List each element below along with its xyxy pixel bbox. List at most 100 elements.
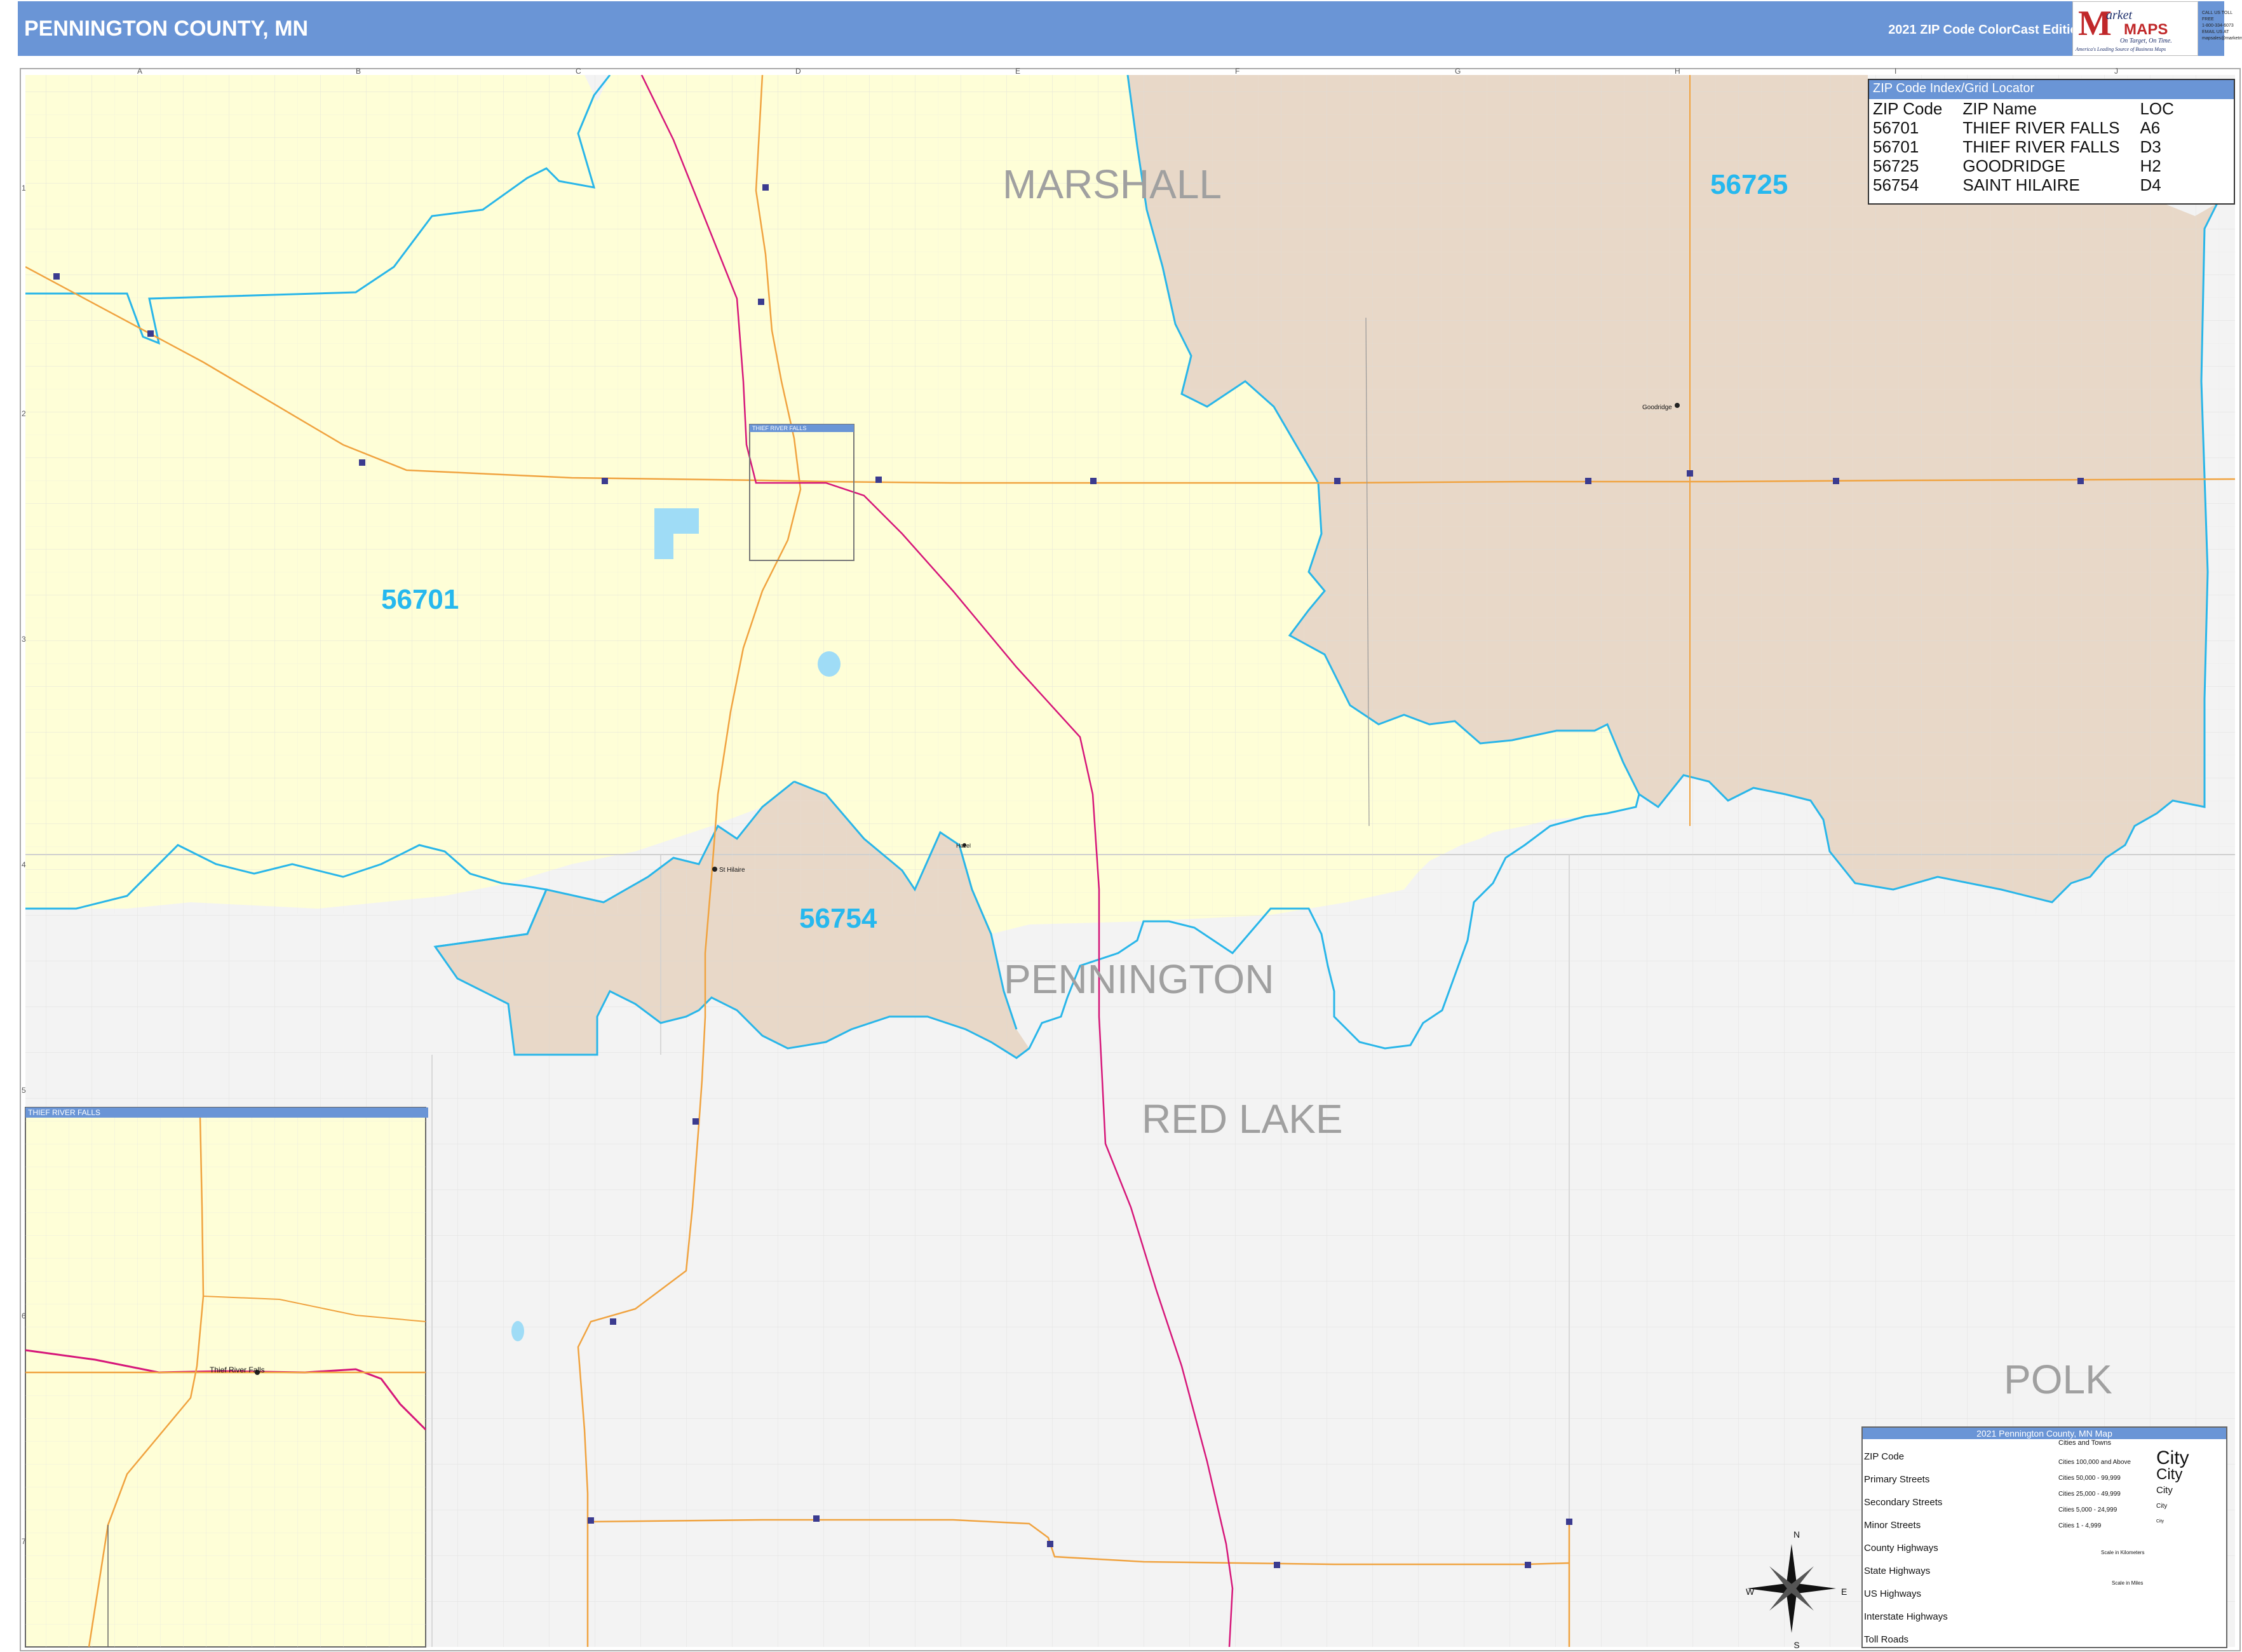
highway-shield [1833, 478, 1839, 484]
legend-cities-header: Cities and Towns [2058, 1439, 2111, 1447]
zip-index-header-row: ZIP Code ZIP Name LOC [1870, 99, 2177, 118]
highway-shield [1274, 1562, 1280, 1568]
county-map[interactable]: MARSHALL PENNINGTON RED LAKE POLK 56701 … [0, 0, 2242, 1652]
zip-index-zip: 56701 [1873, 137, 1919, 156]
trf-locator-title: THIEF RIVER FALLS [750, 424, 854, 432]
highway-shield [692, 1118, 699, 1125]
legend-scale-mi: Scale in Miles [2112, 1580, 2144, 1586]
legend-item: ZIP Code [1864, 1451, 1905, 1462]
legend-city-samples: City City City City City [2156, 1449, 2189, 1529]
inset-map-trf[interactable] [25, 1107, 427, 1648]
zip-index-loc: D4 [2140, 175, 2161, 194]
grid-row-1: 1 [22, 184, 26, 193]
lake [818, 651, 841, 677]
legend-scale-km: Scale in Kilometers [2101, 1550, 2145, 1555]
legend-city-ranges: Cities 100,000 and Above Cities 50,000 -… [2058, 1454, 2131, 1534]
legend-title: 2021 Pennington County, MN Map [1863, 1428, 2226, 1439]
highway-shield [875, 477, 882, 483]
legend-item: Toll Roads [1864, 1634, 1909, 1645]
zip-index-name: SAINT HILAIRE [1962, 175, 2080, 194]
zip-index-zip: 56701 [1873, 118, 1919, 137]
highway-shield [1525, 1562, 1531, 1568]
legend-item: US Highways [1864, 1588, 1922, 1599]
highway-shield [762, 184, 769, 191]
legend-item: Secondary Streets [1864, 1497, 1943, 1508]
zip-index-loc: A6 [2140, 118, 2161, 137]
legend-items: ZIP Code Primary Streets Secondary Stree… [1864, 1446, 1948, 1651]
highway-shield [1687, 470, 1693, 477]
legend-city-range: Cities 25,000 - 49,999 [2058, 1491, 2121, 1498]
highway-shield [359, 459, 365, 466]
compass-n: N [1793, 1529, 1800, 1540]
zip-index-loc: H2 [2140, 156, 2161, 175]
legend-item: Primary Streets [1864, 1474, 1930, 1485]
grid-col-d: D [795, 67, 801, 76]
grid-row-5: 5 [22, 1086, 26, 1095]
zip-index-name: THIEF RIVER FALLS [1962, 137, 2120, 156]
grid-row-2: 2 [22, 409, 26, 418]
grid-row-6: 6 [22, 1311, 26, 1320]
legend-city-range: Cities 50,000 - 99,999 [2058, 1475, 2121, 1482]
highway-shield [602, 478, 608, 484]
highway-shield [588, 1517, 594, 1524]
highway-shield [813, 1515, 820, 1522]
lake [673, 508, 699, 534]
zip-label-56701: 56701 [381, 584, 459, 615]
grid-col-b: B [356, 67, 361, 76]
highway-shield [147, 330, 154, 337]
highway-shield [1334, 478, 1340, 484]
grid-col-h: H [1675, 67, 1680, 76]
highway-shield [1566, 1519, 1572, 1525]
inset-title: THIEF RIVER FALLS [25, 1107, 428, 1118]
zip-index-table: ZIP Code ZIP Name LOC 56701 THIEF RIVER … [1870, 99, 2177, 194]
county-label-red-lake: RED LAKE [1142, 1096, 1343, 1142]
highway-shield [1090, 478, 1097, 484]
highway-shield [53, 273, 60, 280]
legend-city-range: Cities 1 - 4,999 [2058, 1522, 2102, 1529]
zip-index-zip: 56754 [1873, 175, 1919, 194]
grid-row-3: 3 [22, 635, 26, 644]
grid-col-j: J [2114, 67, 2118, 76]
compass-w: W [1746, 1587, 1755, 1597]
map-legend: 2021 Pennington County, MN Map ZIP Code … [1861, 1426, 2227, 1648]
grid-col-a: A [137, 67, 142, 76]
highway-shield [610, 1318, 616, 1325]
grid-col-e: E [1015, 67, 1020, 76]
place-label-st-hilaire: St Hilaire [719, 867, 745, 874]
zip-index-col-zip: ZIP Code [1873, 99, 1943, 118]
grid-col-f: F [1235, 67, 1239, 76]
place-label-hazel: Hazel [956, 843, 971, 849]
legend-city-sample-xl: City [2156, 1447, 2189, 1468]
county-label-pennington: PENNINGTON [1004, 956, 1274, 1002]
legend-city-sample-m: City [2156, 1485, 2173, 1496]
inset-place-label-trf: Thief River Falls [210, 1365, 265, 1374]
legend-city-sample-xs: City [2156, 1519, 2164, 1524]
zip-index-name: THIEF RIVER FALLS [1962, 118, 2120, 137]
zip-index-row[interactable]: 56725 GOODRIDGE H2 [1870, 156, 2177, 175]
zip-index-loc: D3 [2140, 137, 2161, 156]
grid-col-g: G [1455, 67, 1461, 76]
zip-label-56754: 56754 [799, 903, 877, 934]
zip-index-row[interactable]: 56754 SAINT HILAIRE D4 [1870, 175, 2177, 194]
zip-index-row[interactable]: 56701 THIEF RIVER FALLS A6 [1870, 118, 2177, 137]
grid-row-7: 7 [22, 1537, 26, 1546]
grid-row-4: 4 [22, 860, 26, 869]
legend-item: Interstate Highways [1864, 1611, 1948, 1622]
county-label-marshall: MARSHALL [1003, 161, 1222, 207]
zip-label-56725: 56725 [1710, 169, 1788, 200]
place-label-goodridge: Goodridge [1642, 404, 1672, 411]
compass-s: S [1793, 1640, 1799, 1650]
zip-index-title: ZIP Code Index/Grid Locator [1869, 80, 2234, 99]
legend-city-sample-s: City [2156, 1503, 2168, 1510]
highway-shield [758, 299, 764, 305]
legend-item: State Highways [1864, 1566, 1931, 1576]
zip-index-row[interactable]: 56701 THIEF RIVER FALLS D3 [1870, 137, 2177, 156]
zip-index-col-loc: LOC [2140, 99, 2174, 118]
highway-shield [1047, 1541, 1053, 1547]
legend-item: County Highways [1864, 1543, 1938, 1554]
highway-shield [2077, 478, 2084, 484]
zip-index-name: GOODRIDGE [1962, 156, 2066, 175]
county-label-polk: POLK [2004, 1357, 2112, 1402]
zip-index-box: ZIP Code Index/Grid Locator ZIP Code ZIP… [1868, 79, 2235, 205]
legend-city-sample-l: City [2156, 1466, 2183, 1483]
